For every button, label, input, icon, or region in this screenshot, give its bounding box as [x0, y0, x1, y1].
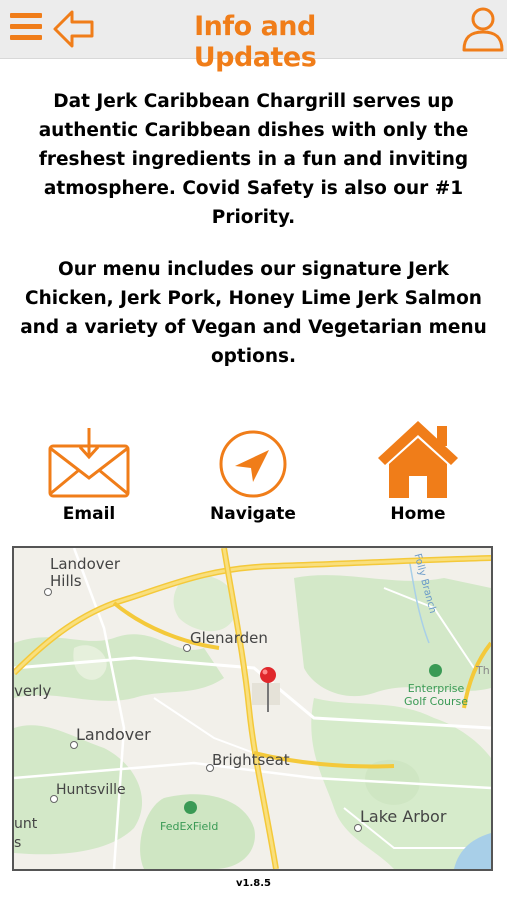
map-label-th: Th — [476, 664, 490, 677]
user-profile-icon[interactable] — [462, 6, 504, 56]
map-dot — [206, 764, 214, 772]
map-dot — [44, 588, 52, 596]
location-map[interactable]: Landover Hills Glenarden verly Landover B… — [12, 546, 493, 871]
app-header: Info and Updates — [0, 0, 507, 73]
page-title: Info and Updates — [193, 11, 317, 73]
hamburger-menu-icon[interactable] — [10, 13, 42, 43]
map-dot — [50, 795, 58, 803]
map-dot — [183, 644, 191, 652]
map-label-verly: verly — [14, 682, 52, 700]
map-label-glenarden: Glenarden — [190, 629, 268, 647]
map-label-fedexfield: FedExField — [160, 820, 219, 833]
map-pin-icon[interactable] — [258, 666, 278, 716]
navigation-arrow-icon — [219, 430, 287, 498]
golf-icon — [429, 664, 442, 677]
map-label-landover-hills: Landover Hills — [50, 555, 121, 590]
map-label-s: s — [14, 835, 22, 851]
map-dot — [354, 824, 362, 832]
stadium-icon — [184, 801, 197, 814]
back-arrow-icon[interactable] — [52, 8, 96, 54]
house-icon — [378, 421, 458, 498]
email-label: Email — [62, 504, 116, 524]
home-label: Home — [390, 504, 446, 524]
map-label-landover: Landover — [76, 725, 151, 744]
map-label-brightseat: Brightseat — [212, 751, 290, 769]
map-label-unt: unt — [14, 816, 38, 832]
navigate-label: Navigate — [210, 504, 296, 524]
description-paragraph-1: Dat Jerk Caribbean Chargrill serves up a… — [38, 91, 469, 228]
home-button[interactable]: Home — [353, 412, 483, 524]
map-label-enterprise-golf-course: Enterprise Golf Course — [403, 682, 469, 708]
app-version: v1.8.5 — [236, 878, 271, 889]
map-label-lake-arbor: Lake Arbor — [360, 807, 447, 826]
navigate-button[interactable]: Navigate — [188, 412, 318, 524]
map-label-huntsville: Huntsville — [56, 782, 126, 798]
map-dot — [70, 741, 78, 749]
description-paragraph-2: Our menu includes our signature Jerk Chi… — [20, 259, 487, 367]
email-button[interactable]: Email — [24, 412, 154, 524]
envelope-icon — [48, 428, 130, 498]
